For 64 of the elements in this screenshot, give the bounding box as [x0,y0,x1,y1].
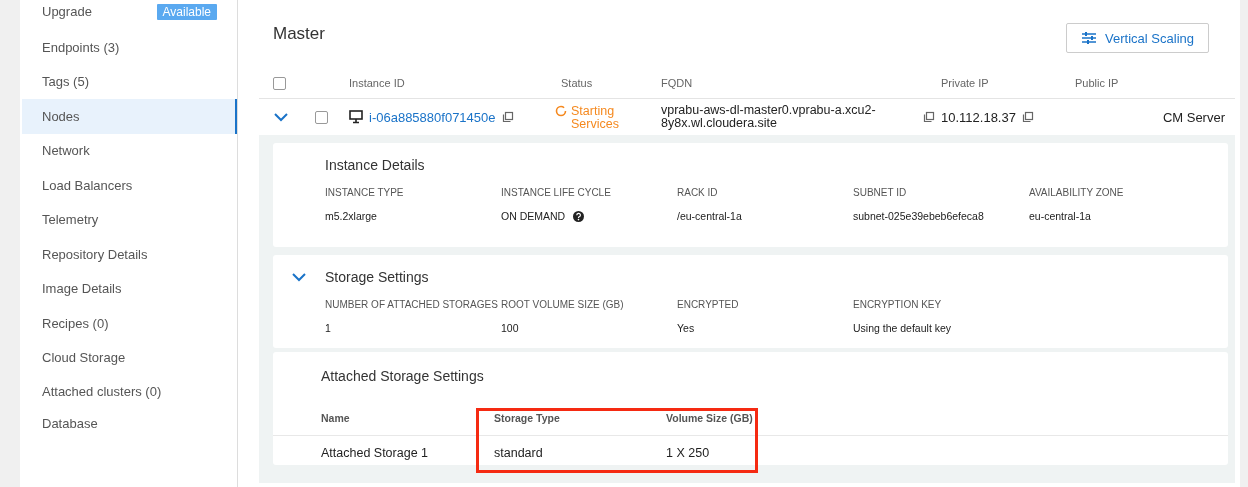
field-label: ENCRYPTED [677,299,740,310]
vertical-scaling-button[interactable]: Vertical Scaling [1066,23,1209,53]
field-label: NUMBER OF ATTACHED STORAGES [325,299,499,310]
field-label: ROOT VOLUME SIZE (GB) [501,299,625,310]
field-value: ON DEMAND [501,210,566,222]
field-value: eu-central-1a [1029,210,1091,222]
column-header: FQDN [661,68,941,99]
field-label: AVAILABILITY ZONE [1029,187,1125,198]
field-label: INSTANCE TYPE [325,187,405,198]
sliders-icon [1081,31,1098,45]
sidebar-item[interactable]: Tags (5) [22,64,237,99]
column-header: Public IP [1075,68,1150,99]
column-header: Private IP [941,68,1075,99]
field-label: ENCRYPTION KEY [853,299,943,310]
field-value: 100 [501,322,519,334]
copy-icon[interactable] [923,111,935,123]
card-title: Storage Settings [325,269,429,285]
card-title: Attached Storage Settings [320,367,485,386]
ip-text: 10.112.18.37 [941,109,1016,125]
status-badge: Available [156,4,217,20]
field-value: /eu-central-1a [677,210,742,222]
column-header: Storage Type [476,400,648,436]
status-text: Starting Services [571,105,620,131]
field-value: subnet-025e39ebeb6efeca8 [853,210,984,222]
field-label: SUBNET ID [853,187,908,198]
role-text: CM Server [1161,108,1226,127]
field-value: 1 [325,322,331,334]
table-cell-text: Attached Storage 1 [321,445,430,462]
sidebar-item[interactable]: Database [22,407,237,439]
help-icon[interactable] [573,210,585,222]
table-cell-text: 1 X 250 [665,445,711,462]
chevron-down-icon[interactable] [291,270,307,284]
instance-link[interactable]: i-06a885880f071450e [369,109,496,125]
sidebar-item[interactable]: Image Details [22,271,237,306]
group-title: Master [273,24,325,44]
sidebar-item[interactable]: Upgrade [42,4,157,19]
table-cell-text: standard [493,445,544,462]
field-value: Using the default key [853,322,952,334]
copy-icon[interactable] [1021,111,1034,123]
fqdn-text: vprabu-aws-dl-master0.vprabu-a.xcu2-8y8x.wl.cloudera.site [661,104,877,130]
column-header: Name [321,400,476,436]
checkbox[interactable] [315,110,328,124]
sidebar-item[interactable]: Repository Details [22,237,237,272]
field-value: Yes [677,322,695,334]
column-header: Instance ID [341,68,561,99]
sidebar-item[interactable]: Load Balancers [22,168,237,203]
sidebar-item[interactable]: Cloud Storage [22,340,237,375]
card-title: Instance Details [325,157,425,173]
column-header: Volume Size (GB) [648,400,758,436]
column-header: Status [561,68,661,99]
sidebar-item[interactable]: Recipes (0) [22,306,237,341]
checkbox[interactable] [273,76,286,90]
sidebar-item[interactable]: Network [22,133,237,168]
field-label: INSTANCE LIFE CYCLE [501,187,612,198]
spinner-icon [555,105,567,117]
field-label: RACK ID [677,187,719,198]
sidebar-item[interactable]: Endpoints (3) [22,30,237,65]
sidebar-item[interactable]: Attached clusters (0) [22,375,237,407]
monitor-icon [349,110,363,124]
field-value: m5.2xlarge [325,210,377,222]
copy-icon[interactable] [501,111,514,123]
sidebar-item[interactable]: Telemetry [22,202,237,237]
chevron-down-icon[interactable] [273,110,289,124]
sidebar-item[interactable]: Nodes [22,99,237,134]
